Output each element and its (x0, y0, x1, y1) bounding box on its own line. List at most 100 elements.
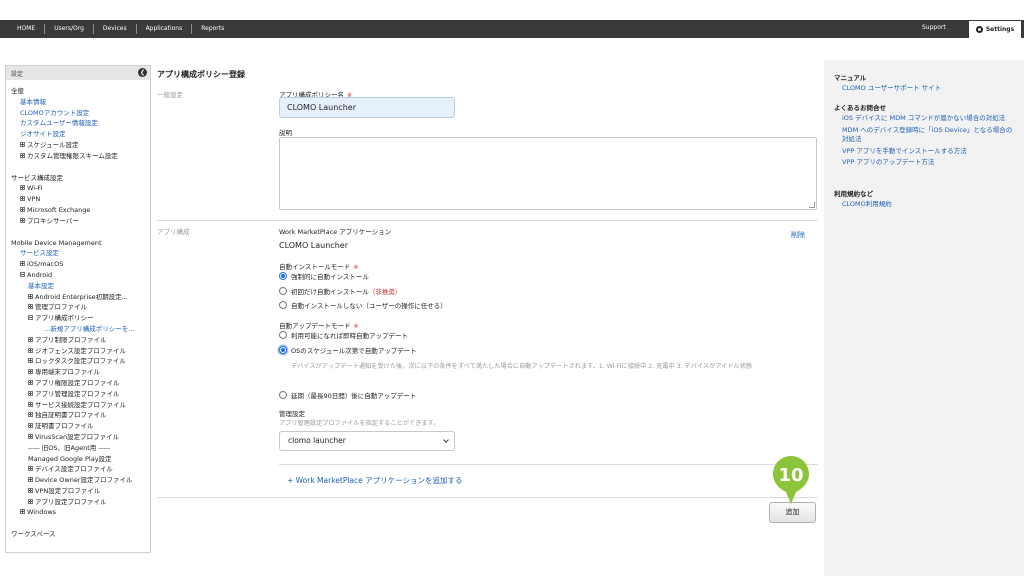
sidebar-item[interactable]: 管理プロファイル (11, 302, 145, 313)
nav-settings-tab[interactable]: Settings (968, 20, 1022, 38)
sidebar-item[interactable]: ロックタスク設定プロファイル (11, 356, 145, 367)
install-once-option[interactable]: 初回だけ自動インストール （非推奨） (279, 286, 401, 296)
expand-icon[interactable] (28, 466, 33, 472)
expand-icon[interactable] (28, 433, 33, 439)
sidebar-item[interactable]: Android (11, 270, 145, 281)
expand-icon[interactable] (28, 347, 33, 353)
nav-applications[interactable]: Applications (137, 24, 193, 34)
faq-link[interactable]: VPP アプリを手動でインストールする方法 (842, 147, 1017, 157)
nav-support[interactable]: Support (922, 24, 946, 31)
sidebar-item[interactable]: 独自証明書プロファイル (11, 410, 145, 421)
expand-icon[interactable] (28, 477, 33, 483)
sidebar-section-heading: 全般 (11, 86, 145, 97)
sidebar-item[interactable]: サービス設定 (11, 248, 145, 259)
faq-heading: よくあるお問合せ (834, 104, 886, 112)
collapse-sidebar-icon[interactable]: ❮ (138, 68, 147, 77)
sidebar-item-label: ロックタスク設定プロファイル (35, 357, 126, 366)
sidebar-item[interactable]: Managed Google Play設定 (11, 454, 145, 465)
add-button[interactable]: 追加 (769, 502, 816, 523)
sidebar-item[interactable]: Android Enterprise初期設定... (11, 292, 145, 303)
sidebar-item[interactable]: ----- 旧OS、旧Agent用 ----- (11, 443, 145, 454)
collapse-icon[interactable] (28, 315, 33, 321)
sidebar-item-label: 基本情報 (20, 97, 46, 106)
sidebar-item[interactable]: デバイス設定プロファイル (11, 464, 145, 475)
expand-icon[interactable] (28, 498, 33, 504)
faq-link[interactable]: MDM へのデバイス登録時に「iOS Device」となる場合の対処法 (842, 126, 1017, 145)
sidebar-item-label: Windows (27, 508, 57, 517)
expand-icon[interactable] (20, 196, 25, 202)
management-profile-select[interactable]: clomo launcher (279, 431, 455, 451)
expand-icon[interactable] (20, 141, 25, 147)
sidebar-item[interactable]: ジオサイト設定 (11, 129, 145, 140)
faq-link[interactable]: iOS デバイスに MDM コマンドが届かない場合の対処法 (842, 114, 1017, 124)
expand-icon[interactable] (20, 261, 25, 267)
expand-icon[interactable] (28, 423, 33, 429)
update-immediate-option[interactable]: 利用可能になれば即時自動アップデート (279, 330, 408, 340)
sidebar-item[interactable]: スケジュール設定 (11, 140, 145, 151)
add-app-link[interactable]: + Work MarketPlace アプリケーションを追加する (287, 475, 463, 486)
sidebar-item[interactable]: Device Owner設定プロファイル (11, 475, 145, 486)
sidebar-item-label: Mobile Device Management (11, 238, 102, 247)
sidebar-item[interactable]: カスタム管理権限スキーム設定 (11, 151, 145, 162)
nav-devices[interactable]: Devices (94, 24, 137, 34)
expand-icon[interactable] (20, 217, 25, 223)
sidebar-item[interactable]: アプリ構成ポリシー (11, 313, 145, 324)
sidebar-item[interactable]: 基本情報 (11, 97, 145, 108)
update-postponed-option[interactable]: 延期（最長90日間）後に自動アップデート (279, 390, 416, 400)
expand-icon[interactable] (28, 412, 33, 418)
support-site-link[interactable]: CLOMO ユーザーサポート サイト (842, 84, 1017, 94)
footer-divider (157, 497, 818, 498)
sidebar-item[interactable]: 証明書プロファイル (11, 421, 145, 432)
sidebar-item[interactable]: プロキシサーバー (11, 216, 145, 227)
expand-icon[interactable] (28, 379, 33, 385)
sidebar-item[interactable]: VirusScan設定プロファイル (11, 432, 145, 443)
nav-users-org[interactable]: Users/Org (45, 24, 94, 34)
expand-icon[interactable] (28, 487, 33, 493)
sidebar-item[interactable]: アプリ管理設定プロファイル (11, 389, 145, 400)
sidebar-item[interactable]: VPN設定プロファイル (11, 486, 145, 497)
sidebar-section-heading: ワークスペース (11, 529, 145, 540)
install-none-option[interactable]: 自動インストールしない（ユーザーの操作に任せる） (279, 300, 447, 310)
sidebar-item[interactable]: CLOMOアカウント設定 (11, 108, 145, 119)
description-textarea[interactable] (279, 137, 817, 210)
faq-links: iOS デバイスに MDM コマンドが届かない場合の対処法 MDM へのデバイス… (842, 114, 1017, 168)
sidebar-item[interactable]: ジオフェンス設定プロファイル (11, 346, 145, 357)
collapse-icon[interactable] (20, 271, 25, 277)
install-forced-option[interactable]: 強制的に自動インストール (279, 271, 369, 281)
sidebar-item[interactable]: Windows (11, 507, 145, 518)
expand-icon[interactable] (28, 401, 33, 407)
sidebar-item[interactable]: Wi-Fi (11, 183, 145, 194)
delete-app-link[interactable]: 削除 (791, 230, 805, 240)
step-number: 10 (778, 465, 803, 486)
sidebar-item[interactable]: iOS/macOS (11, 259, 145, 270)
expand-icon[interactable] (28, 293, 33, 299)
expand-icon[interactable] (20, 509, 25, 515)
sidebar-item[interactable]: サービス接続設定プロファイル (11, 400, 145, 411)
expand-icon[interactable] (20, 206, 25, 212)
manual-links: CLOMO ユーザーサポート サイト (842, 84, 1017, 94)
sidebar-item[interactable]: アプリ設定プロファイル (11, 497, 145, 508)
expand-icon[interactable] (28, 304, 33, 310)
sidebar-item[interactable]: 専用端末プロファイル (11, 367, 145, 378)
update-os-schedule-option[interactable]: OSのスケジュール次第で自動アップデート (279, 345, 417, 355)
sidebar-item[interactable]: Microsoft Exchange (11, 205, 145, 216)
expand-icon[interactable] (20, 185, 25, 191)
auto-update-label-text: 自動アップデートモード (279, 322, 351, 330)
expand-icon[interactable] (28, 390, 33, 396)
expand-icon[interactable] (28, 336, 33, 342)
sidebar-item[interactable]: カスタムユーザー情報設定 (11, 118, 145, 129)
sidebar-item[interactable]: VPN (11, 194, 145, 205)
sidebar-item[interactable]: アプリ権限設定プロファイル (11, 378, 145, 389)
sidebar-item[interactable]: ...新規アプリ構成ポリシーを... (11, 324, 145, 335)
expand-icon[interactable] (28, 369, 33, 375)
sidebar-item-label: ----- 旧OS、旧Agent用 ----- (28, 443, 111, 452)
nav-reports[interactable]: Reports (192, 24, 233, 34)
expand-icon[interactable] (28, 358, 33, 364)
nav-home[interactable]: HOME (8, 24, 46, 34)
sidebar-item[interactable]: 基本設定 (11, 281, 145, 292)
faq-link[interactable]: VPP アプリのアップデート方法 (842, 158, 1017, 168)
terms-link[interactable]: CLOMO利用規約 (842, 200, 1017, 210)
sidebar-item[interactable]: アプリ制限プロファイル (11, 335, 145, 346)
policy-name-input[interactable]: CLOMO Launcher (279, 97, 455, 118)
expand-icon[interactable] (20, 152, 25, 158)
